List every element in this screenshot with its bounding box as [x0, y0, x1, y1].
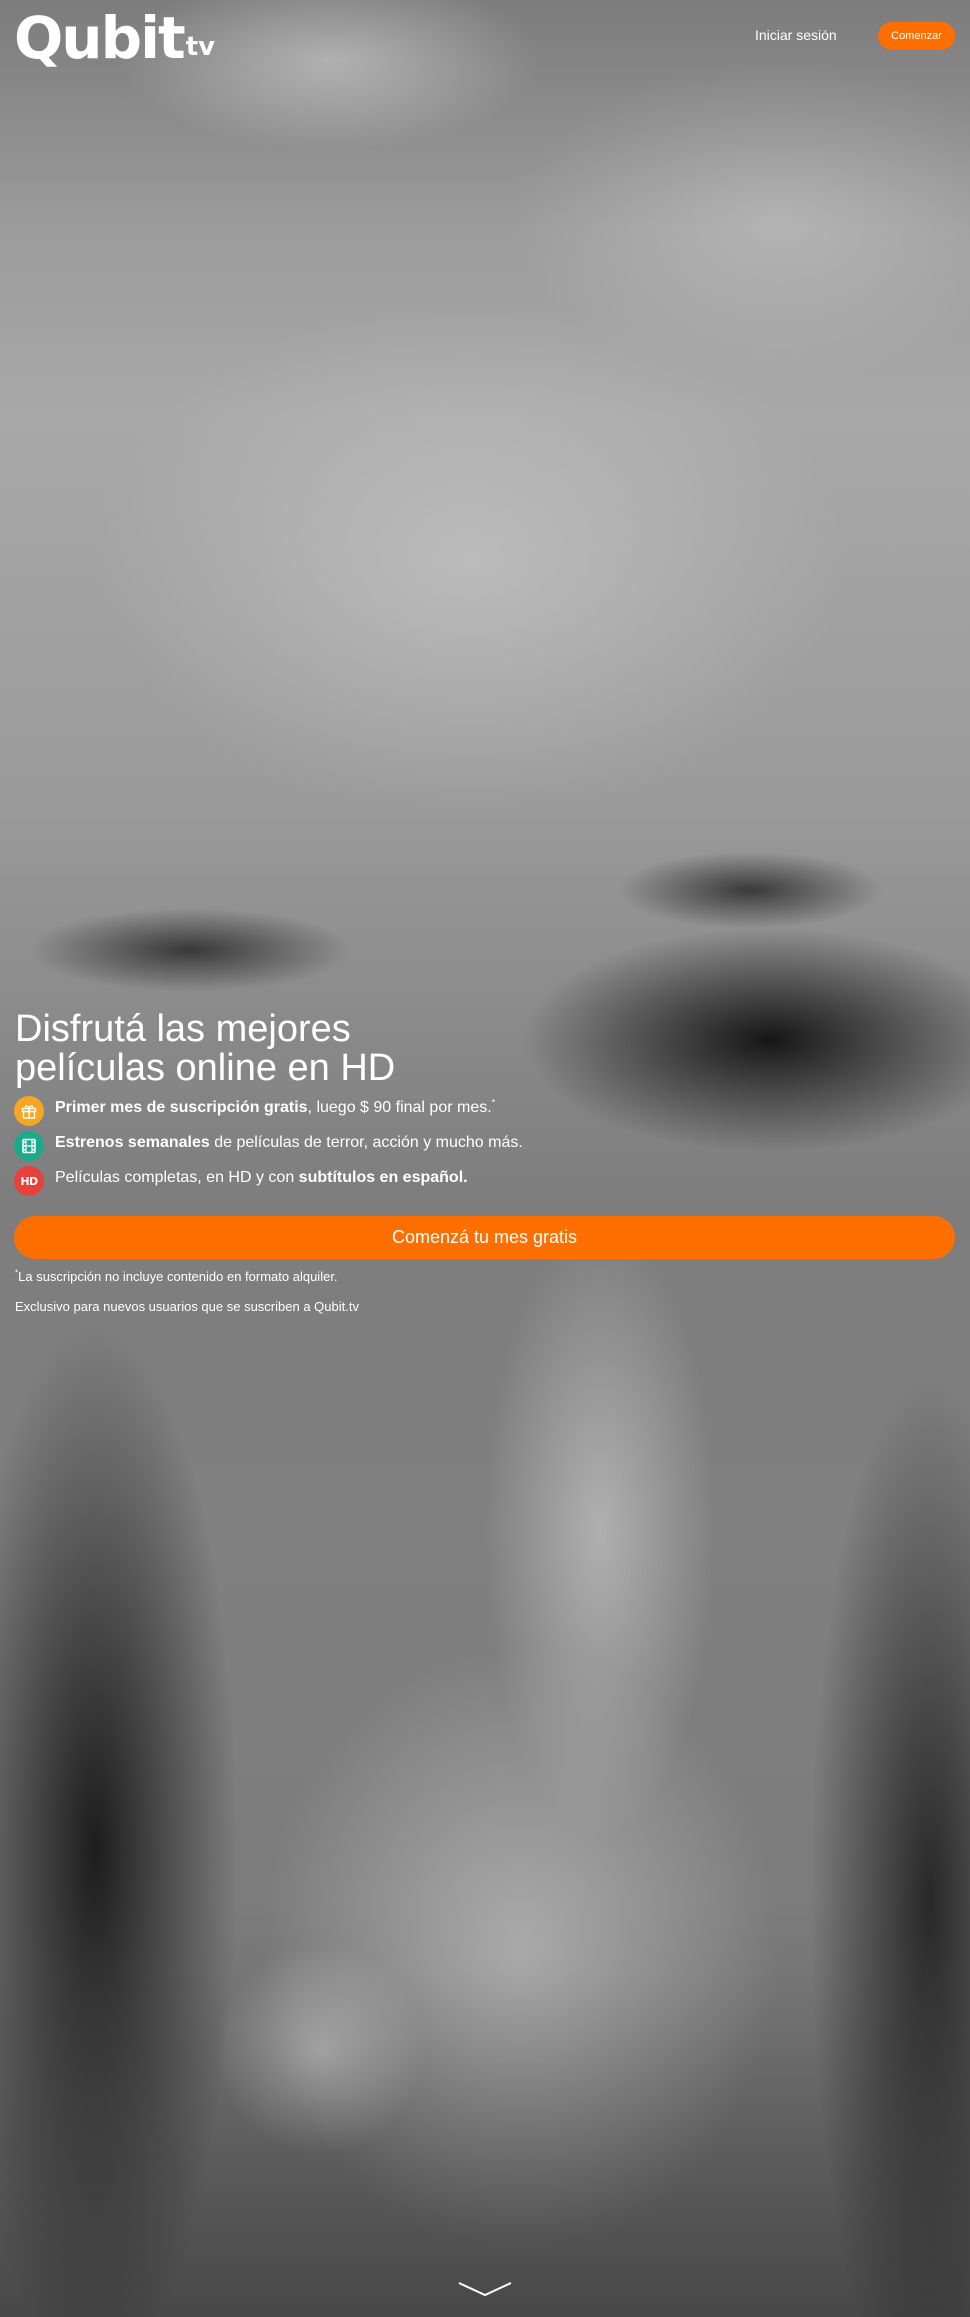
feature-hd-subtitles-pre: Películas completas, en HD y con — [55, 1169, 299, 1186]
logo-text: Qubit — [14, 4, 186, 72]
feature-hd-subtitles-bold: subtítulos en español. — [298, 1169, 468, 1186]
page: Qubit tv Iniciar sesión Comenzar Disfrut… — [0, 0, 970, 2317]
hd-icon-text: HD — [20, 1174, 38, 1188]
feature-free-month-text: Primer mes de suscripción gratis, luego … — [55, 1098, 495, 1118]
feature-list: Primer mes de suscripción gratis, luego … — [14, 1096, 523, 1201]
new-users-note: Exclusivo para nuevos usuarios que se su… — [15, 1299, 359, 1314]
logo-suffix: tv — [185, 32, 216, 62]
feature-weekly-releases-text: Estrenos semanales de películas de terro… — [55, 1133, 523, 1153]
hd-icon: HD — [14, 1166, 44, 1196]
feature-weekly-releases-rest: de películas de terror, acción y mucho m… — [209, 1134, 523, 1151]
qubit-logo[interactable]: Qubit tv — [14, 8, 215, 68]
hero-title: Disfrutá las mejores películas online en… — [15, 1010, 535, 1088]
hero-title-line-2: películas online en HD — [15, 1047, 396, 1089]
feature-hd-subtitles-text: Películas completas, en HD y con subtítu… — [55, 1168, 468, 1188]
feature-weekly-releases-bold: Estrenos semanales — [55, 1134, 210, 1151]
scroll-down-arrow-icon[interactable] — [457, 2280, 513, 2300]
gift-icon — [14, 1096, 44, 1126]
login-link[interactable]: Iniciar sesión — [755, 27, 837, 43]
feature-footnote-mark: * — [491, 1097, 496, 1108]
feature-weekly-releases: Estrenos semanales de películas de terro… — [14, 1131, 523, 1166]
film-icon — [14, 1131, 44, 1161]
header-start-button[interactable]: Comenzar — [878, 22, 955, 50]
feature-hd-subtitles: HD Películas completas, en HD y con subt… — [14, 1166, 523, 1201]
hero-title-line-1: Disfrutá las mejores — [15, 1008, 351, 1050]
subscription-note-text: La suscripción no incluye contenido en f… — [18, 1269, 338, 1284]
start-free-month-button[interactable]: Comenzá tu mes gratis — [14, 1216, 955, 1259]
feature-free-month-rest: , luego $ 90 final por mes. — [307, 1099, 492, 1116]
feature-free-month: Primer mes de suscripción gratis, luego … — [14, 1096, 523, 1131]
feature-free-month-bold: Primer mes de suscripción gratis — [55, 1099, 308, 1116]
subscription-note: *La suscripción no incluye contenido en … — [15, 1268, 338, 1286]
